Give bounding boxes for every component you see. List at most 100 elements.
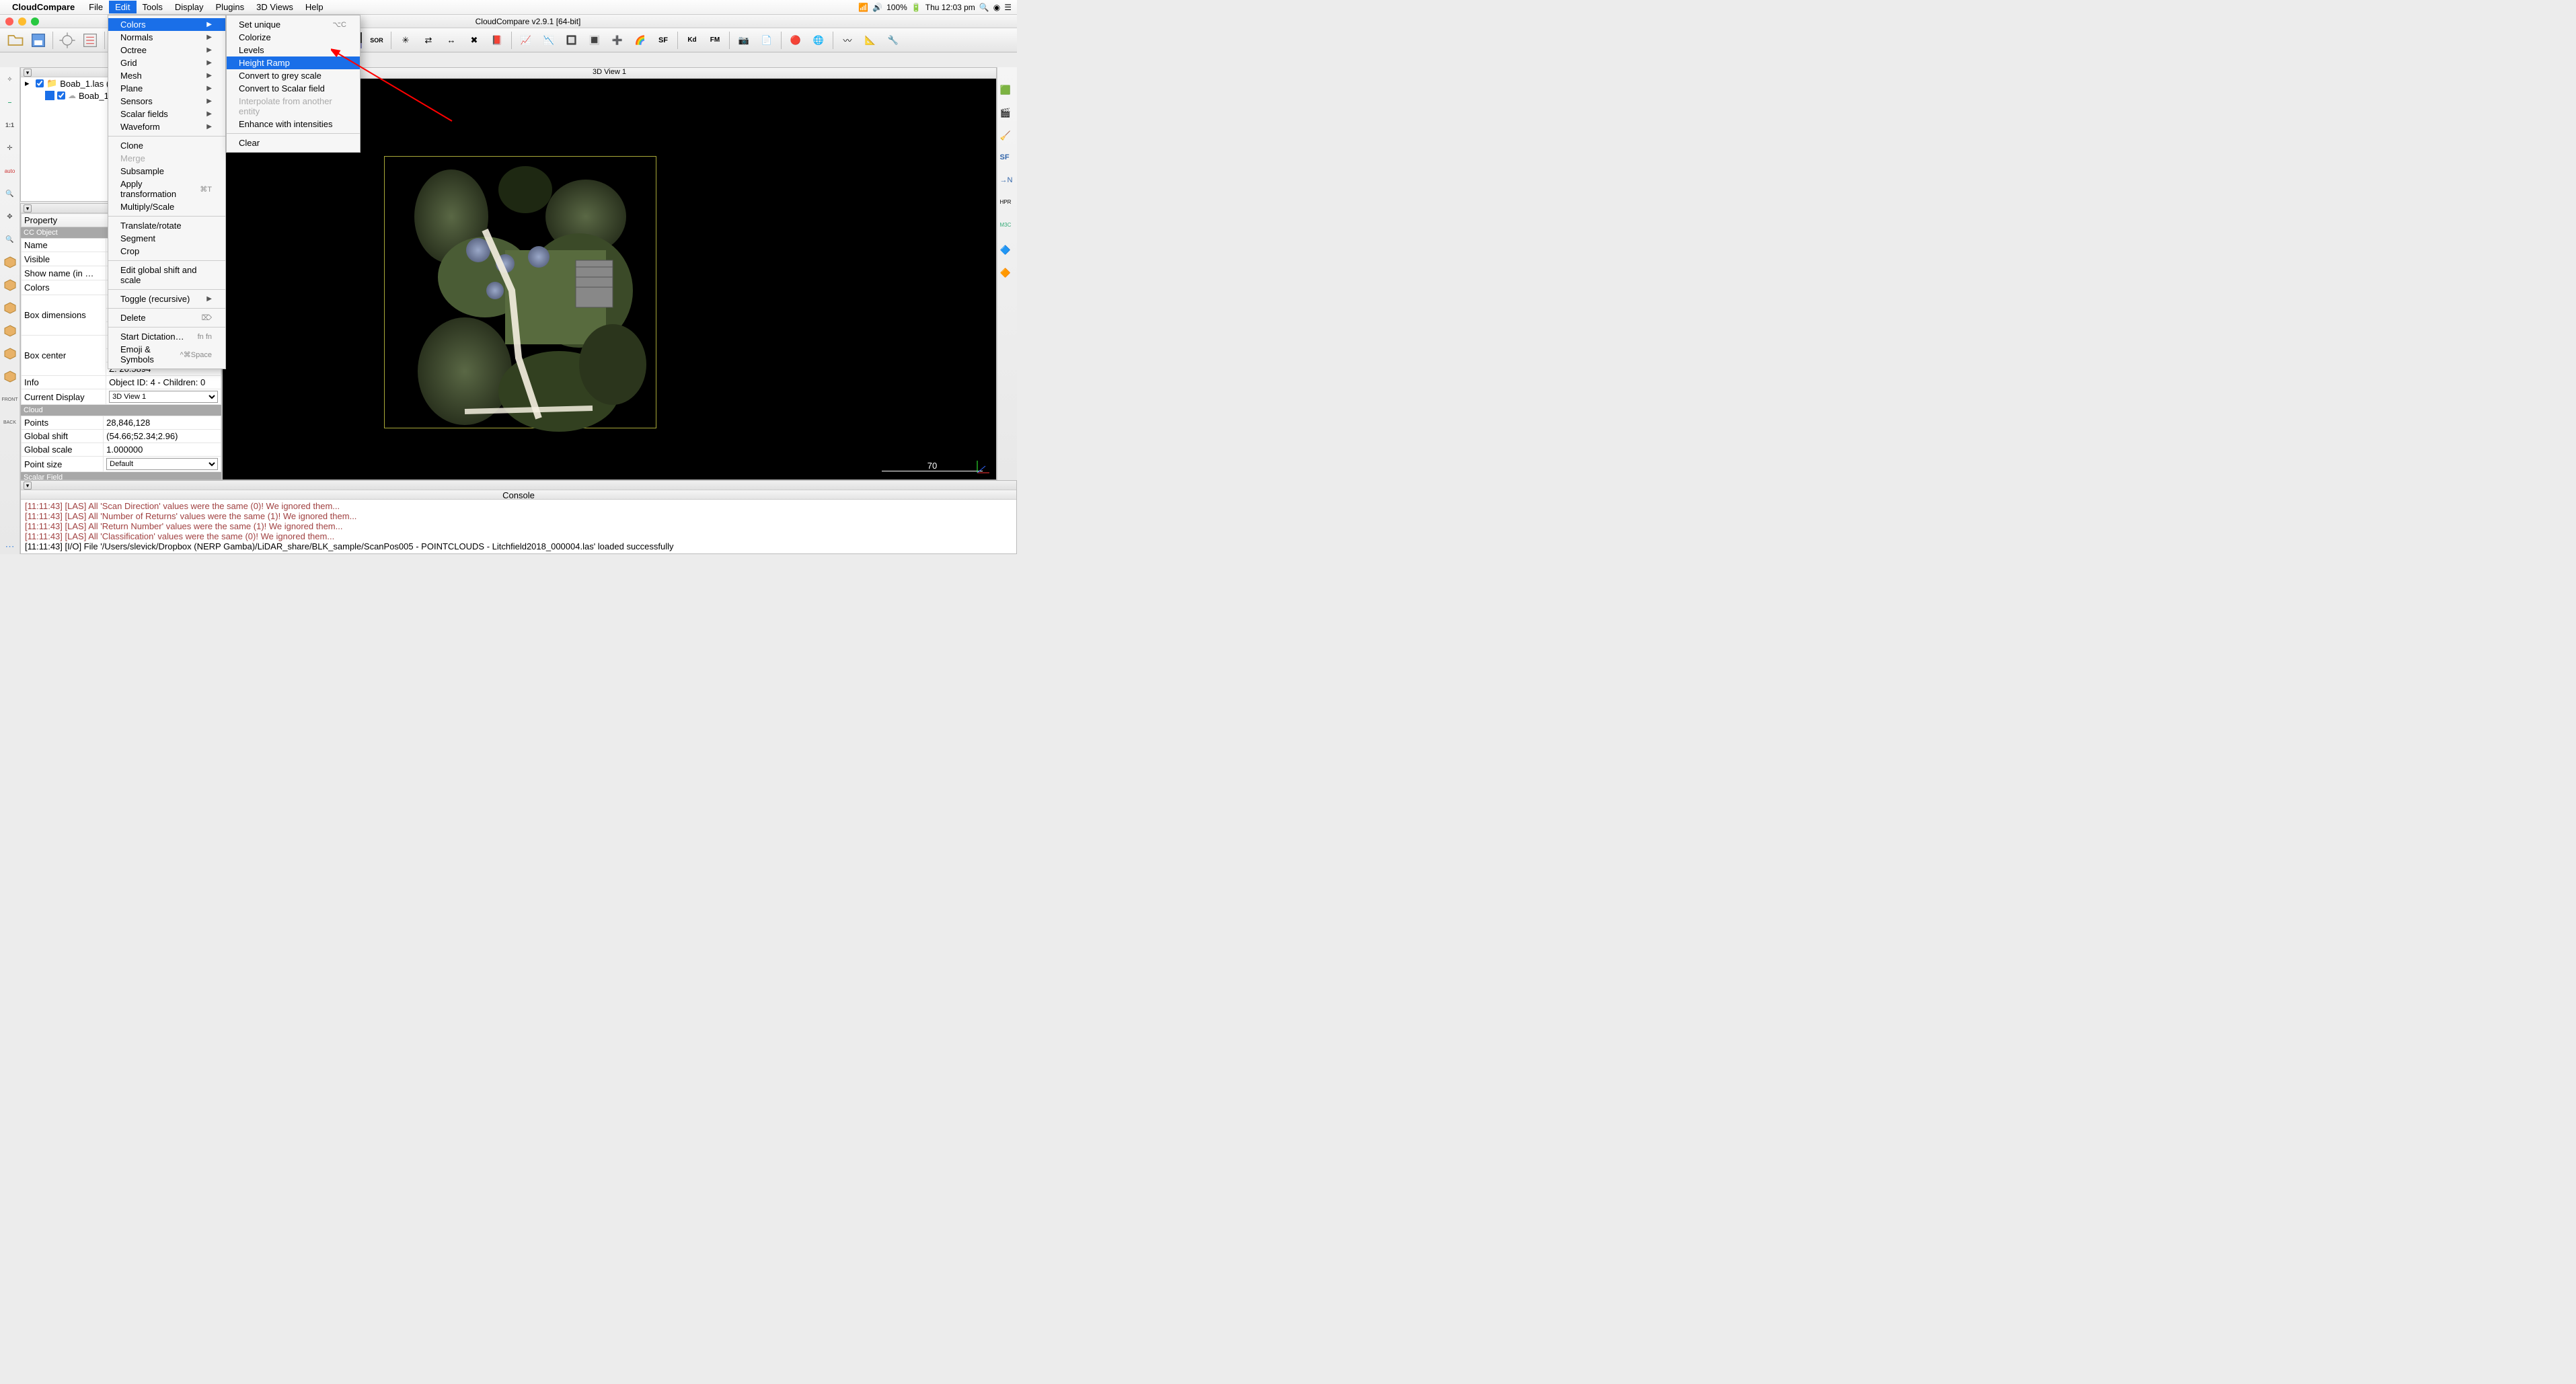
scale-1-1-button[interactable]: 1:1 bbox=[2, 117, 18, 133]
sf-plugin-button[interactable]: SF bbox=[1000, 153, 1015, 168]
toolbar-icon[interactable]: 🔲 bbox=[560, 30, 583, 50]
clock[interactable]: Thu 12:03 pm bbox=[925, 3, 975, 12]
submenu-item-clear[interactable]: Clear bbox=[227, 137, 360, 149]
auto-pick-button[interactable]: auto bbox=[2, 163, 18, 179]
submenu-item-convert-to-grey-scale[interactable]: Convert to grey scale bbox=[227, 69, 360, 82]
level-button[interactable]: ⎯ bbox=[2, 94, 18, 110]
toolbar-icon[interactable]: ↔ bbox=[440, 30, 463, 50]
menu-item-crop[interactable]: Crop bbox=[108, 245, 225, 258]
left-view-button[interactable] bbox=[2, 346, 18, 362]
toolbar-icon[interactable]: 📕 bbox=[486, 30, 508, 50]
top-view-button[interactable] bbox=[2, 300, 18, 316]
sf-button[interactable]: SF bbox=[652, 30, 675, 50]
plugin-button[interactable]: 🔷 bbox=[1000, 245, 1015, 260]
m3c2-button[interactable]: M3C bbox=[1000, 222, 1015, 237]
bottom-view-button[interactable] bbox=[2, 323, 18, 339]
toolbar-icon[interactable]: ➕ bbox=[606, 30, 629, 50]
menu-file[interactable]: File bbox=[83, 1, 109, 13]
toolbar-icon[interactable]: 🔴 bbox=[784, 30, 807, 50]
global-zoom-button[interactable]: 🔍 bbox=[2, 186, 18, 202]
search-button[interactable]: 🔍 bbox=[2, 231, 18, 247]
menu-item-subsample[interactable]: Subsample bbox=[108, 165, 225, 178]
submenu-item-set-unique[interactable]: Set unique⌥C bbox=[227, 18, 360, 31]
plugin-button[interactable]: 🔶 bbox=[1000, 268, 1015, 282]
toolbar-icon[interactable]: 📐 bbox=[859, 30, 882, 50]
minimize-button[interactable] bbox=[18, 17, 26, 26]
animation-button[interactable]: 🎬 bbox=[1000, 108, 1015, 122]
wifi-icon[interactable]: 📶 bbox=[858, 3, 868, 12]
toolbar-icon[interactable]: 📷 bbox=[732, 30, 755, 50]
volume-icon[interactable]: 🔊 bbox=[872, 3, 882, 12]
menu-item-edit-global-shift-and-scale[interactable]: Edit global shift and scale bbox=[108, 264, 225, 286]
list-button[interactable] bbox=[79, 30, 102, 50]
console-dock-header[interactable]: ▾ bbox=[21, 481, 1016, 490]
menu-item-start-dictation-[interactable]: Start Dictation…fn fn bbox=[108, 330, 225, 343]
front-view-button[interactable]: FRONT bbox=[2, 391, 18, 408]
toolbar-icon[interactable]: 🔳 bbox=[583, 30, 606, 50]
prop-psize-select[interactable]: Default bbox=[106, 458, 218, 470]
dock-icon[interactable]: ▾ bbox=[24, 482, 32, 490]
submenu-item-enhance-with-intensities[interactable]: Enhance with intensities bbox=[227, 118, 360, 130]
menu-item-normals[interactable]: Normals▶ bbox=[108, 31, 225, 44]
toolbar-icon[interactable]: 📈 bbox=[515, 30, 537, 50]
menu-item-mesh[interactable]: Mesh▶ bbox=[108, 69, 225, 82]
submenu-item-colorize[interactable]: Colorize bbox=[227, 31, 360, 44]
zoom-button[interactable] bbox=[31, 17, 39, 26]
menu-item-translate-rotate[interactable]: Translate/rotate bbox=[108, 219, 225, 232]
toolbar-icon[interactable]: ✳ bbox=[394, 30, 417, 50]
menu-item-waveform[interactable]: Waveform▶ bbox=[108, 120, 225, 133]
siri-icon[interactable]: ◉ bbox=[993, 3, 1000, 12]
broom-button[interactable]: 🧹 bbox=[1000, 130, 1015, 145]
sor-button[interactable]: SOR bbox=[365, 30, 388, 50]
open-button[interactable] bbox=[4, 30, 27, 50]
menu-item-plane[interactable]: Plane▶ bbox=[108, 82, 225, 95]
menu-item-scalar-fields[interactable]: Scalar fields▶ bbox=[108, 108, 225, 120]
menu-3dviews[interactable]: 3D Views bbox=[250, 1, 299, 13]
zoom-fit-button[interactable]: ✛ bbox=[2, 140, 18, 156]
prop-display-select[interactable]: 3D View 1 bbox=[109, 391, 218, 403]
menu-item-colors[interactable]: Colors▶ bbox=[108, 18, 225, 31]
menu-tools[interactable]: Tools bbox=[137, 1, 169, 13]
back-view-button[interactable]: BACK bbox=[2, 414, 18, 430]
fm-button[interactable]: FM bbox=[704, 30, 726, 50]
close-button[interactable] bbox=[5, 17, 13, 26]
submenu-item-levels[interactable]: Levels bbox=[227, 44, 360, 56]
menu-item-segment[interactable]: Segment bbox=[108, 232, 225, 245]
dock-icon[interactable]: ▾ bbox=[24, 204, 32, 213]
toolbar-icon[interactable]: 🌐 bbox=[807, 30, 830, 50]
menu-item-octree[interactable]: Octree▶ bbox=[108, 44, 225, 56]
menu-display[interactable]: Display bbox=[169, 1, 210, 13]
kd-button[interactable]: Kd bbox=[681, 30, 704, 50]
normals-button[interactable]: →N bbox=[1000, 176, 1015, 191]
menu-item-grid[interactable]: Grid▶ bbox=[108, 56, 225, 69]
dock-icon[interactable]: ▾ bbox=[24, 69, 32, 77]
console-lines[interactable]: [11:11:43] [LAS] All 'Scan Direction' va… bbox=[21, 500, 1016, 553]
toolbar-icon[interactable]: ⇄ bbox=[417, 30, 440, 50]
menu-help[interactable]: Help bbox=[299, 1, 330, 13]
translate-button[interactable]: ✥ bbox=[2, 208, 18, 225]
toolbar-icon[interactable]: 🌈 bbox=[629, 30, 652, 50]
pick-button[interactable] bbox=[56, 30, 79, 50]
search-icon[interactable]: 🔍 bbox=[979, 3, 989, 12]
plugin-button[interactable]: 🟩 bbox=[1000, 85, 1015, 100]
menu-edit[interactable]: Edit bbox=[109, 1, 136, 13]
menu-item-multiply-scale[interactable]: Multiply/Scale bbox=[108, 200, 225, 213]
toolbar-icon[interactable]: 🔧 bbox=[882, 30, 905, 50]
menu-item-toggle-recursive-[interactable]: Toggle (recursive)▶ bbox=[108, 293, 225, 305]
iso2-view-button[interactable] bbox=[2, 277, 18, 293]
menu-plugins[interactable]: Plugins bbox=[210, 1, 251, 13]
menu-item-clone[interactable]: Clone bbox=[108, 139, 225, 152]
tree-checkbox[interactable] bbox=[36, 79, 44, 87]
menu-item-delete[interactable]: Delete⌦ bbox=[108, 311, 225, 324]
save-button[interactable] bbox=[27, 30, 50, 50]
toolbar-icon[interactable]: 📄 bbox=[755, 30, 778, 50]
more-button[interactable]: ⋯ bbox=[2, 538, 18, 554]
notifications-icon[interactable]: ☰ bbox=[1004, 3, 1012, 12]
right-view-button[interactable] bbox=[2, 369, 18, 385]
menu-item-emoji-symbols[interactable]: Emoji & Symbols^⌘Space bbox=[108, 343, 225, 366]
toolbar-icon[interactable]: 〰 bbox=[836, 30, 859, 50]
submenu-item-convert-to-scalar-field[interactable]: Convert to Scalar field bbox=[227, 82, 360, 95]
menu-item-apply-transformation[interactable]: Apply transformation⌘T bbox=[108, 178, 225, 200]
menu-item-sensors[interactable]: Sensors▶ bbox=[108, 95, 225, 108]
submenu-item-height-ramp[interactable]: Height Ramp bbox=[227, 56, 360, 69]
